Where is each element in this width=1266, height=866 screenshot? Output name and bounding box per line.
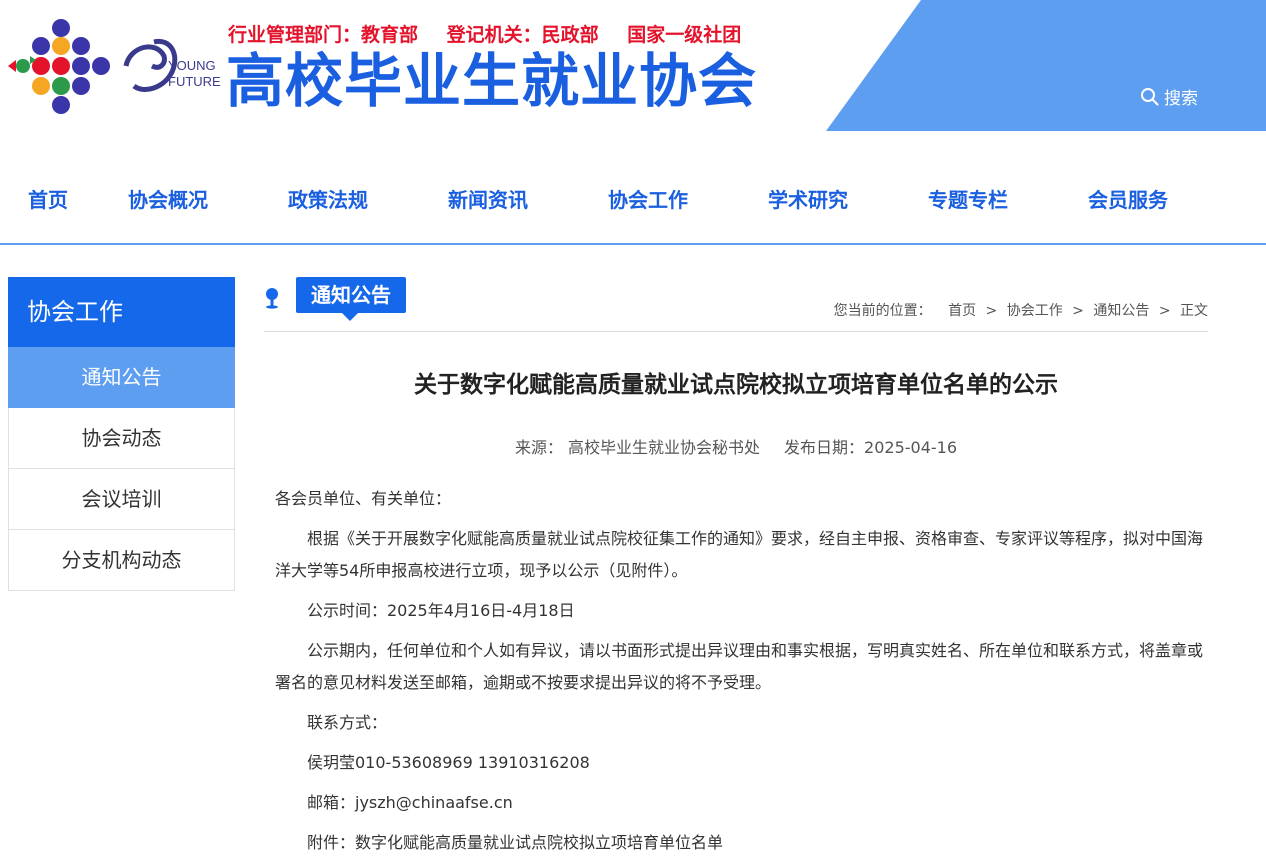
article-paragraph: 根据《关于开展数字化赋能高质量就业试点院校征集工作的通知》要求，经自主申报、资格… xyxy=(275,529,1204,580)
attachment-link[interactable]: 附件：数字化赋能高质量就业试点院校拟立项培育单位名单 xyxy=(275,827,1208,859)
logo-word-young: YOUNG xyxy=(168,58,216,73)
content-divider xyxy=(264,331,1208,332)
article-paragraph: 公示期内，任何单位和个人如有异议，请以书面形式提出异议理由和事实根据，写明真实姓… xyxy=(275,641,1204,692)
sidebar-item-meetings[interactable]: 会议培训 xyxy=(8,469,235,530)
article-title: 关于数字化赋能高质量就业试点院校拟立项培育单位名单的公示 xyxy=(414,372,1058,398)
registration-info: 行业管理部门：教育部 登记机关：民政部 国家一级社团 xyxy=(228,20,763,47)
main-nav: 首页 协会概况 政策法规 新闻资讯 协会工作 学术研究 专题专栏 会员服务 xyxy=(0,160,1266,234)
breadcrumb-notices[interactable]: 通知公告 xyxy=(1093,303,1149,319)
breadcrumb-home[interactable]: 首页 xyxy=(948,303,976,319)
nav-about[interactable]: 协会概况 xyxy=(128,184,208,213)
search-button[interactable]: 搜索 xyxy=(1140,84,1198,109)
nav-divider xyxy=(0,243,1266,245)
logo-wordmark: YOUNG FUTURE xyxy=(168,58,221,90)
breadcrumb-separator: > xyxy=(1072,303,1084,319)
registration-level: 国家一级社团 xyxy=(627,24,742,46)
sidebar-item-branches[interactable]: 分支机构动态 xyxy=(8,530,235,591)
breadcrumb-label: 您当前的位置： xyxy=(833,303,932,319)
breadcrumb-separator: > xyxy=(985,303,998,319)
nav-policy[interactable]: 政策法规 xyxy=(288,184,368,213)
location-pin-icon xyxy=(266,288,278,309)
article-paragraph: 侯玥莹010-53608969 13910316208 xyxy=(307,753,590,772)
article-paragraph: 联系方式： xyxy=(307,713,388,732)
nav-work[interactable]: 协会工作 xyxy=(608,184,688,213)
nav-research[interactable]: 学术研究 xyxy=(768,184,848,213)
article-date: 发布日期：2025-04-16 xyxy=(784,438,958,457)
breadcrumb-current: 正文 xyxy=(1180,303,1208,319)
article-paragraph: 公示时间：2025年4月16日-4月18日 xyxy=(307,601,575,620)
sidebar-title: 协会工作 xyxy=(8,277,235,347)
sidebar-item-notices[interactable]: 通知公告 xyxy=(8,347,235,408)
article-salutation: 各会员单位、有关单位： xyxy=(275,489,452,508)
nav-news[interactable]: 新闻资讯 xyxy=(448,184,528,213)
breadcrumb-separator: > xyxy=(1158,303,1171,319)
site-header: YOUNG FUTURE 行业管理部门：教育部 登记机关：民政部 国家一级社团 … xyxy=(0,0,1266,131)
registration-ministry: 行业管理部门：教育部 xyxy=(228,24,419,46)
section-tag: 通知公告 xyxy=(296,277,406,321)
org-title: 高校毕业生就业协会 xyxy=(226,47,758,115)
nav-home[interactable]: 首页 xyxy=(28,184,68,213)
breadcrumb: 您当前的位置： 首页 > 协会工作 > 通知公告 > 正文 xyxy=(834,300,1208,320)
article-meta: 来源： 高校毕业生就业协会秘书处 发布日期：2025-04-16 xyxy=(264,434,1208,458)
nav-member[interactable]: 会员服务 xyxy=(1088,184,1168,213)
search-icon xyxy=(1141,87,1159,106)
header-banner-shape xyxy=(826,0,1266,131)
sidebar: 协会工作 通知公告 协会动态 会议培训 分支机构动态 xyxy=(8,277,235,591)
nav-topics[interactable]: 专题专栏 xyxy=(928,184,1008,213)
logo-word-future: FUTURE xyxy=(168,74,221,89)
association-logo-icon[interactable] xyxy=(8,16,114,116)
article-paragraph: 邮箱：jyszh@chinaafse.cn xyxy=(307,793,513,812)
sidebar-item-news[interactable]: 协会动态 xyxy=(8,408,235,469)
article-body: 各会员单位、有关单位： 根据《关于开展数字化赋能高质量就业试点院校征集工作的通知… xyxy=(275,483,1208,866)
registration-authority: 登记机关：民政部 xyxy=(446,24,599,46)
article-source: 来源： 高校毕业生就业协会秘书处 xyxy=(514,438,761,457)
breadcrumb-work[interactable]: 协会工作 xyxy=(1007,303,1063,319)
search-label: 搜索 xyxy=(1164,89,1198,109)
